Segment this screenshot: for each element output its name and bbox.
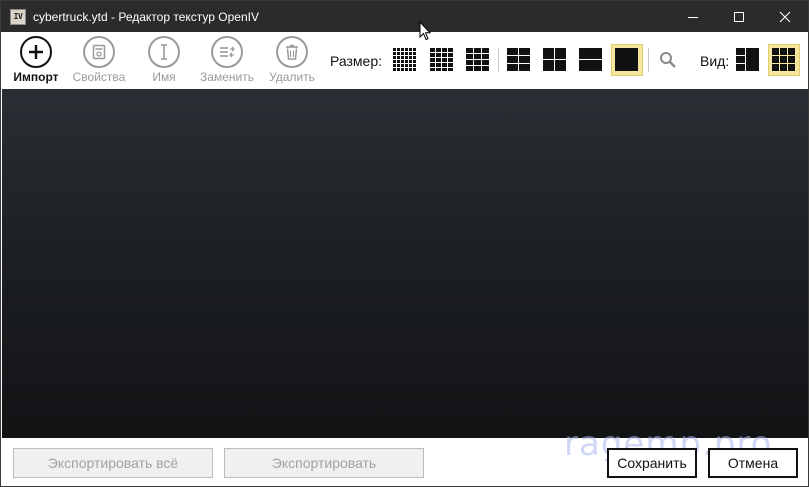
properties-icon bbox=[83, 36, 115, 68]
grid-view-icon bbox=[772, 48, 795, 71]
window-controls bbox=[670, 1, 808, 32]
toolbar-separator bbox=[648, 48, 649, 72]
grid-1x2-icon bbox=[579, 48, 602, 71]
size-label: Размер: bbox=[330, 53, 383, 69]
export-all-button[interactable]: Экспортировать всё bbox=[13, 448, 213, 478]
delete-label: Удалить bbox=[269, 70, 315, 84]
close-button[interactable] bbox=[762, 1, 808, 32]
view-grid-button[interactable] bbox=[768, 44, 800, 76]
size-medium-button[interactable] bbox=[503, 44, 535, 76]
text-cursor-icon bbox=[148, 36, 180, 68]
mouse-cursor-icon bbox=[419, 21, 431, 41]
size-large-button[interactable] bbox=[539, 44, 571, 76]
bottom-bar: ragemp.pro Экспортировать всё Экспортиро… bbox=[1, 424, 808, 486]
replace-button[interactable]: Заменить bbox=[197, 36, 257, 84]
replace-label: Заменить bbox=[200, 70, 254, 84]
grid-1x1-icon bbox=[615, 48, 638, 71]
delete-button[interactable]: Удалить bbox=[262, 36, 322, 84]
maximize-icon bbox=[734, 11, 744, 22]
texture-preview-area[interactable] bbox=[2, 89, 808, 438]
cancel-button[interactable]: Отмена bbox=[708, 448, 798, 478]
search-icon bbox=[660, 52, 676, 68]
properties-button[interactable]: Свойства bbox=[69, 36, 129, 84]
size-tiny-button[interactable] bbox=[389, 44, 421, 76]
grid-3x4-icon bbox=[466, 48, 489, 71]
maximize-button[interactable] bbox=[716, 1, 762, 32]
title-bar[interactable]: IV cybertruck.ytd - Редактор текстур Ope… bbox=[1, 1, 808, 32]
rename-button[interactable]: Имя bbox=[134, 36, 194, 84]
close-icon bbox=[779, 11, 791, 22]
save-button[interactable]: Сохранить bbox=[607, 448, 697, 478]
size-extra-large-button[interactable] bbox=[575, 44, 607, 76]
import-button[interactable]: Импорт bbox=[6, 36, 66, 84]
trash-icon bbox=[276, 36, 308, 68]
grid-4x5-icon bbox=[430, 48, 453, 71]
size-full-button[interactable] bbox=[611, 44, 643, 76]
export-button[interactable]: Экспортировать bbox=[224, 448, 424, 478]
toolbar-separator bbox=[498, 48, 499, 72]
grid-2x2-icon bbox=[543, 48, 566, 71]
grid-6x6-icon bbox=[393, 48, 416, 71]
view-label: Вид: bbox=[700, 53, 730, 69]
minimize-icon bbox=[688, 16, 698, 18]
list-view-icon bbox=[736, 48, 759, 71]
search-button[interactable] bbox=[652, 44, 684, 76]
rename-label: Имя bbox=[152, 70, 176, 84]
grid-2x3-icon bbox=[507, 48, 530, 71]
minimize-button[interactable] bbox=[670, 1, 716, 32]
size-small-button[interactable] bbox=[426, 44, 458, 76]
texture-editor-window: IV cybertruck.ytd - Редактор текстур Ope… bbox=[0, 0, 809, 487]
openiv-app-icon: IV bbox=[10, 8, 26, 25]
import-label: Импорт bbox=[13, 70, 59, 84]
toolbar: Импорт Свойства Имя Заменить Удалить Раз… bbox=[1, 32, 808, 88]
properties-label: Свойства bbox=[72, 70, 126, 84]
view-list-button[interactable] bbox=[732, 44, 764, 76]
size-medium-small-button[interactable] bbox=[462, 44, 494, 76]
plus-icon bbox=[20, 36, 52, 68]
replace-icon bbox=[211, 36, 243, 68]
window-title: cybertruck.ytd - Редактор текстур OpenIV bbox=[33, 9, 259, 24]
